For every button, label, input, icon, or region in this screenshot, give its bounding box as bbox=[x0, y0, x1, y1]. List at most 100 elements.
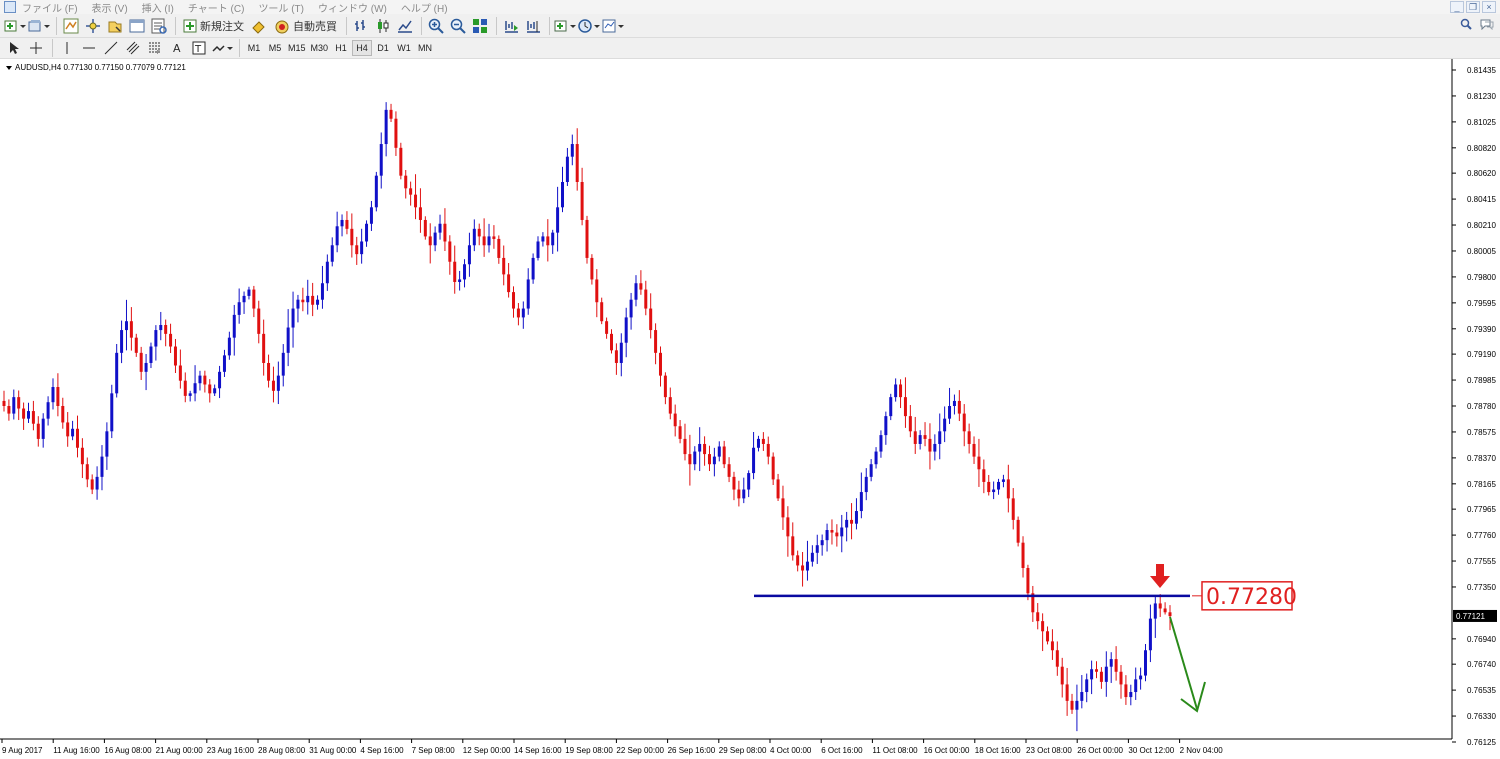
timeframe-d1[interactable]: D1 bbox=[373, 41, 393, 55]
indicators-button[interactable] bbox=[554, 17, 576, 35]
minimize-icon[interactable]: _ bbox=[1450, 1, 1464, 13]
candle-body bbox=[1158, 603, 1162, 609]
autoscroll-button[interactable] bbox=[501, 17, 521, 35]
arrows-button[interactable] bbox=[211, 39, 233, 57]
timeframe-h4[interactable]: H4 bbox=[352, 40, 373, 56]
vertical-line-button[interactable] bbox=[57, 39, 77, 57]
candle-body bbox=[330, 245, 334, 262]
timeframe-w1[interactable]: W1 bbox=[394, 41, 414, 55]
menu-chart[interactable]: チャート (C) bbox=[188, 0, 245, 15]
candle-body bbox=[257, 308, 261, 334]
cursor-button[interactable] bbox=[4, 39, 24, 57]
line-chart-button[interactable] bbox=[395, 17, 415, 35]
menu-file[interactable]: ファイル (F) bbox=[22, 0, 78, 15]
y-tick-label: 0.76740 bbox=[1467, 660, 1496, 669]
tile-windows-button[interactable] bbox=[470, 17, 490, 35]
menu-help[interactable]: ヘルプ (H) bbox=[401, 0, 448, 15]
new-chart-button[interactable] bbox=[4, 17, 26, 35]
candle-body bbox=[1090, 669, 1094, 680]
dropdown-triangle-icon[interactable] bbox=[6, 65, 12, 70]
text-button[interactable]: A bbox=[167, 39, 187, 57]
fibonacci-button[interactable]: F bbox=[145, 39, 165, 57]
candle-body bbox=[614, 350, 618, 363]
close-icon[interactable]: × bbox=[1482, 1, 1496, 13]
candle-body bbox=[879, 435, 883, 452]
trendline-button[interactable] bbox=[101, 39, 121, 57]
new-chart-icon bbox=[4, 20, 26, 31]
candle-body bbox=[521, 308, 525, 318]
candle-body bbox=[683, 438, 687, 455]
profiles-button[interactable] bbox=[28, 17, 50, 35]
x-tick-label: 26 Sep 16:00 bbox=[668, 746, 716, 755]
price-chart[interactable]: 0.81435 0.81230 0.81025 0.80820 0.80620 0.804… bbox=[0, 59, 1500, 759]
y-tick-label: 0.81025 bbox=[1467, 118, 1496, 127]
candle-body bbox=[355, 245, 359, 255]
timeframe-m1[interactable]: M1 bbox=[244, 41, 264, 55]
channel-icon bbox=[126, 41, 140, 55]
search-icon[interactable] bbox=[1460, 18, 1472, 30]
horizontal-line-button[interactable] bbox=[79, 39, 99, 57]
navigator-button[interactable] bbox=[105, 17, 125, 35]
auto-trading-button[interactable]: 自動売買 bbox=[271, 17, 340, 35]
terminal-button[interactable] bbox=[127, 17, 147, 35]
timeframe-m30[interactable]: M30 bbox=[309, 41, 331, 55]
candle-body bbox=[619, 342, 623, 363]
templates-icon bbox=[602, 19, 624, 32]
data-window-button[interactable] bbox=[83, 17, 103, 35]
candle-body bbox=[31, 411, 35, 424]
new-order-button[interactable]: 新規注文 bbox=[180, 17, 247, 35]
menu-insert[interactable]: 挿入 (I) bbox=[142, 0, 174, 15]
candle-body bbox=[360, 241, 364, 255]
timeframe-m5[interactable]: M5 bbox=[265, 41, 285, 55]
candle-body bbox=[600, 302, 604, 322]
candle-body bbox=[531, 257, 535, 280]
candle-body bbox=[644, 289, 648, 309]
candle-body bbox=[472, 228, 476, 246]
candle-body bbox=[17, 397, 21, 409]
candle-body bbox=[1001, 479, 1005, 482]
candle-body bbox=[428, 236, 432, 246]
y-tick-label: 0.79390 bbox=[1467, 325, 1496, 334]
timeframe-m15[interactable]: M15 bbox=[286, 41, 308, 55]
vertical-line-icon bbox=[66, 42, 68, 54]
equidistant-channel-button[interactable] bbox=[123, 39, 143, 57]
menu-view[interactable]: 表示 (V) bbox=[92, 0, 128, 15]
menu-tools[interactable]: ツール (T) bbox=[258, 0, 304, 15]
strategy-tester-button[interactable] bbox=[149, 17, 169, 35]
candle-body bbox=[903, 397, 907, 417]
text-label-button[interactable]: T bbox=[189, 39, 209, 57]
zoom-in-button[interactable] bbox=[426, 17, 446, 35]
candle-body bbox=[997, 481, 1001, 490]
x-tick-label: 16 Aug 08:00 bbox=[104, 746, 152, 755]
candle-body bbox=[80, 447, 84, 465]
candle-body bbox=[1104, 666, 1108, 682]
timeframe-h1[interactable]: H1 bbox=[331, 41, 351, 55]
chart-shift-button[interactable] bbox=[523, 17, 543, 35]
candle-body bbox=[1065, 684, 1069, 701]
menu-window[interactable]: ウィンドウ (W) bbox=[318, 0, 387, 15]
bar-chart-button[interactable] bbox=[351, 17, 371, 35]
candle-body bbox=[703, 443, 707, 455]
restore-icon[interactable]: ❐ bbox=[1466, 1, 1480, 13]
x-tick-label: 11 Oct 08:00 bbox=[872, 746, 918, 755]
metaeditor-button[interactable] bbox=[249, 17, 269, 35]
periods-button[interactable] bbox=[578, 17, 600, 35]
crosshair-button[interactable] bbox=[26, 39, 46, 57]
candle-body bbox=[756, 438, 760, 448]
candle-body bbox=[325, 261, 329, 284]
candle-body bbox=[732, 476, 736, 490]
chat-icon[interactable] bbox=[1480, 18, 1494, 30]
candle-body bbox=[222, 355, 226, 372]
chart-window[interactable]: 0.81435 0.81230 0.81025 0.80820 0.80620 0.804… bbox=[0, 59, 1500, 759]
candle-body bbox=[507, 274, 511, 293]
x-tick-label: 6 Oct 16:00 bbox=[821, 746, 863, 755]
candle-body bbox=[864, 476, 868, 493]
candle-body bbox=[115, 352, 119, 394]
candlestick-button[interactable] bbox=[373, 17, 393, 35]
timeframe-mn[interactable]: MN bbox=[415, 41, 435, 55]
market-watch-button[interactable] bbox=[61, 17, 81, 35]
x-tick-label: 29 Sep 08:00 bbox=[719, 746, 767, 755]
zoom-out-button[interactable] bbox=[448, 17, 468, 35]
templates-button[interactable] bbox=[602, 17, 624, 35]
candle-body bbox=[66, 422, 70, 437]
